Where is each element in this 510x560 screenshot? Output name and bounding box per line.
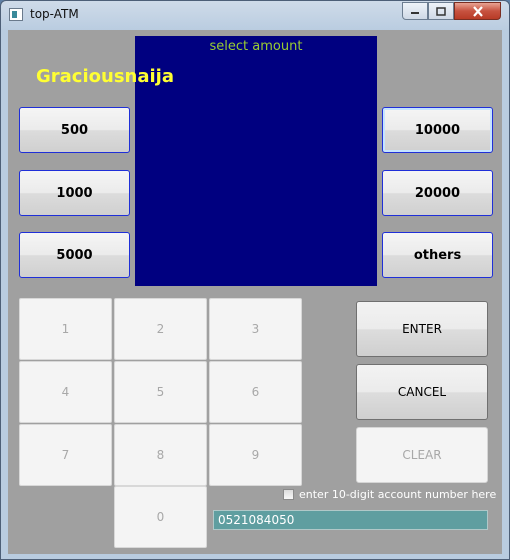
keypad-key-2[interactable]: 2 (114, 298, 207, 360)
maximize-button[interactable] (428, 2, 454, 20)
window-title: top-ATM (30, 7, 79, 21)
minimize-button[interactable] (402, 2, 428, 20)
cancel-button[interactable]: CANCEL (356, 364, 488, 420)
screen-title: select amount (209, 39, 303, 54)
client-area: select amount Graciousnaija 500 1000 500… (8, 30, 502, 554)
amount-button-5000[interactable]: 5000 (19, 232, 130, 278)
title-bar[interactable]: top-ATM (1, 1, 509, 29)
enter-button[interactable]: ENTER (356, 301, 488, 357)
account-checkbox[interactable] (283, 489, 294, 500)
keypad-key-5[interactable]: 5 (114, 361, 207, 423)
close-button[interactable] (454, 2, 501, 20)
keypad-key-9[interactable]: 9 (209, 424, 302, 486)
user-name: Graciousnaija (36, 66, 174, 87)
account-checkbox-label: enter 10-digit account number here (299, 488, 497, 501)
keypad-key-3[interactable]: 3 (209, 298, 302, 360)
minimize-icon (411, 12, 419, 14)
clear-button[interactable]: CLEAR (356, 427, 488, 483)
keypad-key-6[interactable]: 6 (209, 361, 302, 423)
account-number-field[interactable]: 0521084050 (213, 510, 488, 530)
app-icon (9, 8, 23, 21)
amount-button-20000[interactable]: 20000 (382, 170, 493, 216)
atm-window: top-ATM select amount Graciousnaija 500 … (0, 0, 510, 560)
amount-button-1000[interactable]: 1000 (19, 170, 130, 216)
keypad-key-0[interactable]: 0 (114, 486, 207, 548)
keypad-key-4[interactable]: 4 (19, 361, 112, 423)
maximize-icon (436, 6, 446, 16)
amount-button-10000[interactable]: 10000 (382, 107, 493, 153)
amount-button-others[interactable]: others (382, 232, 493, 278)
close-icon (472, 5, 483, 17)
keypad-key-1[interactable]: 1 (19, 298, 112, 360)
keypad-key-8[interactable]: 8 (114, 424, 207, 486)
account-checkbox-row[interactable]: enter 10-digit account number here (283, 488, 496, 501)
amount-button-500[interactable]: 500 (19, 107, 130, 153)
keypad-key-7[interactable]: 7 (19, 424, 112, 486)
